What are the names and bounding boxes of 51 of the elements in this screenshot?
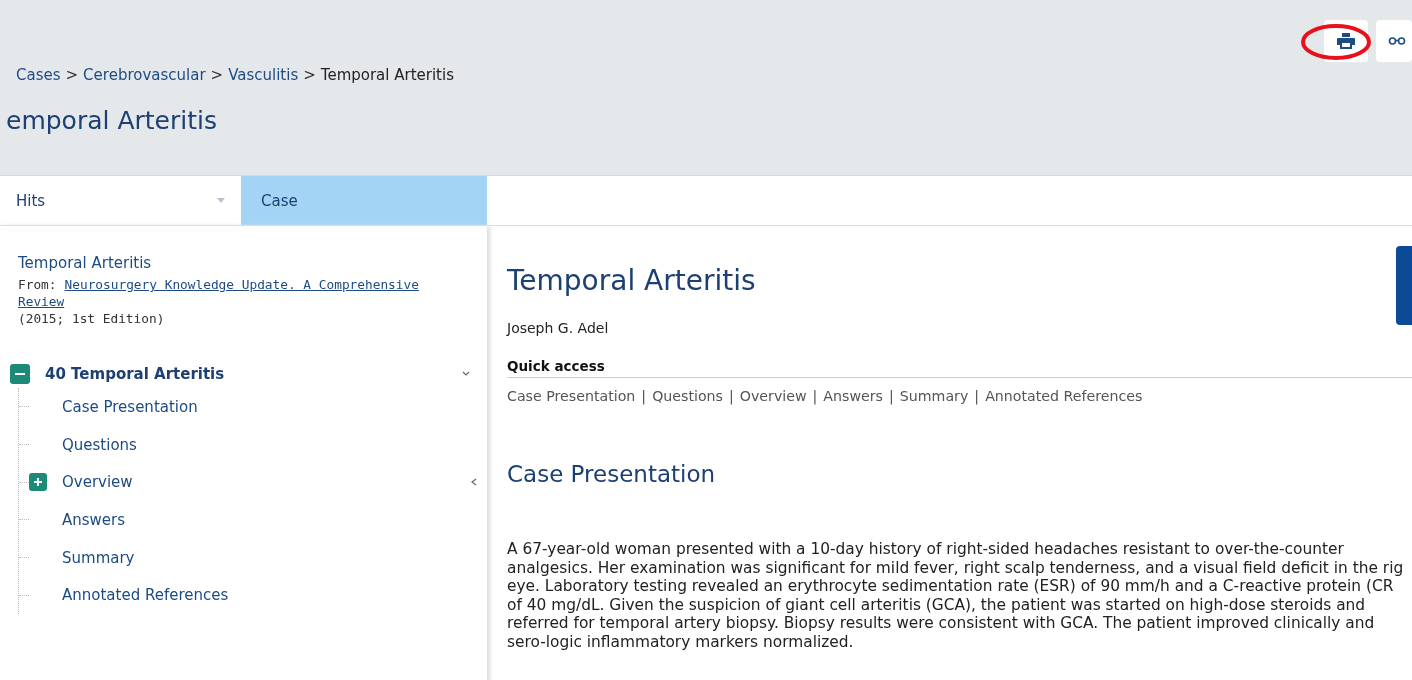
paragraph-line: of 40 mg/dL. Given the suspicion of giant cell arteritis (GCA), the patient was started on high-dose steroids and — [507, 595, 1366, 614]
tree-item[interactable]: 40 Temporal Arteritis — [45, 365, 225, 383]
breadcrumb-current: Temporal Arteritis — [320, 66, 454, 84]
annotation-ellipse — [1300, 23, 1372, 61]
paragraph-line: referred for temporal artery biopsy. Biopsy results were consistent with GCA. The patient improved clinically and — [507, 614, 1375, 633]
breadcrumb-link[interactable]: Cases — [16, 66, 61, 84]
tree-item[interactable]: Annotated References — [62, 586, 229, 605]
tree-item[interactable]: Questions — [62, 435, 137, 454]
breadcrumb-link[interactable]: Cerebrovascular — [83, 66, 206, 84]
chevron-left-icon[interactable] — [470, 478, 478, 487]
section-heading: Case Presentation — [507, 461, 717, 487]
tree-item[interactable]: Answers — [62, 510, 126, 529]
link-separator: | — [974, 388, 980, 404]
edition-text: (2015; 1st Edition) — [18, 310, 166, 327]
paragraph-line: eye. Laboratory testing revealed an erythrocyte sedimentation rate (ESR) of 90 mm/h and a C-reactive protein (CR — [507, 577, 1394, 596]
paragraph-line: analgesics. Her examination was significant for mild fever, right scalp tenderness, and a visual field deficit in the rig — [507, 558, 1404, 577]
breadcrumb-separator: > — [65, 66, 79, 84]
tree-item[interactable]: Overview — [62, 473, 133, 492]
article-title: Temporal Arteritis — [507, 264, 757, 297]
paragraph-line: sero-logic inflammatory markers normalized. — [507, 632, 854, 651]
link-separator: | — [889, 388, 894, 404]
quick-access-heading: Quick access — [507, 358, 1412, 378]
page-title: emporal Arteritis — [6, 106, 218, 135]
from-label: From: — [18, 276, 57, 293]
quick-access-link[interactable]: Answers — [823, 388, 883, 404]
quick-access-link[interactable]: Questions — [652, 388, 723, 404]
quick-access-link[interactable]: Case Presentation — [507, 388, 636, 404]
printer-icon — [1337, 33, 1355, 49]
glasses-icon — [1388, 37, 1406, 45]
quick-access-link[interactable]: Overview — [739, 388, 807, 404]
book-title: Temporal Arteritis — [18, 254, 153, 272]
breadcrumb-link[interactable]: Vasculitis — [228, 66, 299, 84]
quick-access-link[interactable]: Summary — [899, 388, 969, 404]
expand-toggle[interactable] — [29, 473, 47, 492]
author-name: Joseph G. Adel — [507, 320, 610, 336]
quick-access-link[interactable]: Annotated References — [985, 388, 1143, 404]
collapse-toggle[interactable] — [10, 364, 30, 384]
link-separator: | — [641, 388, 647, 404]
chevron-down-icon[interactable] — [462, 371, 470, 377]
source-link[interactable]: Review — [18, 294, 65, 309]
tree-item[interactable]: Summary — [62, 548, 135, 567]
tree-item[interactable]: Case Presentation — [62, 397, 198, 416]
link-separator: | — [812, 388, 818, 404]
breadcrumb-separator: > — [210, 66, 224, 84]
paragraph-line: A 67-year-old woman presented with a 10-day history of right-sided headaches resistant to over-the-counter — [507, 540, 1344, 559]
caret-icon — [217, 198, 225, 203]
case-tab[interactable]: Case — [241, 176, 487, 225]
reader-button[interactable] — [1376, 20, 1412, 62]
breadcrumb-separator: > — [303, 66, 316, 84]
link-separator: | — [729, 388, 734, 404]
source-link[interactable]: Neurosurgery Knowledge Update. A Comprehensive — [64, 276, 419, 293]
